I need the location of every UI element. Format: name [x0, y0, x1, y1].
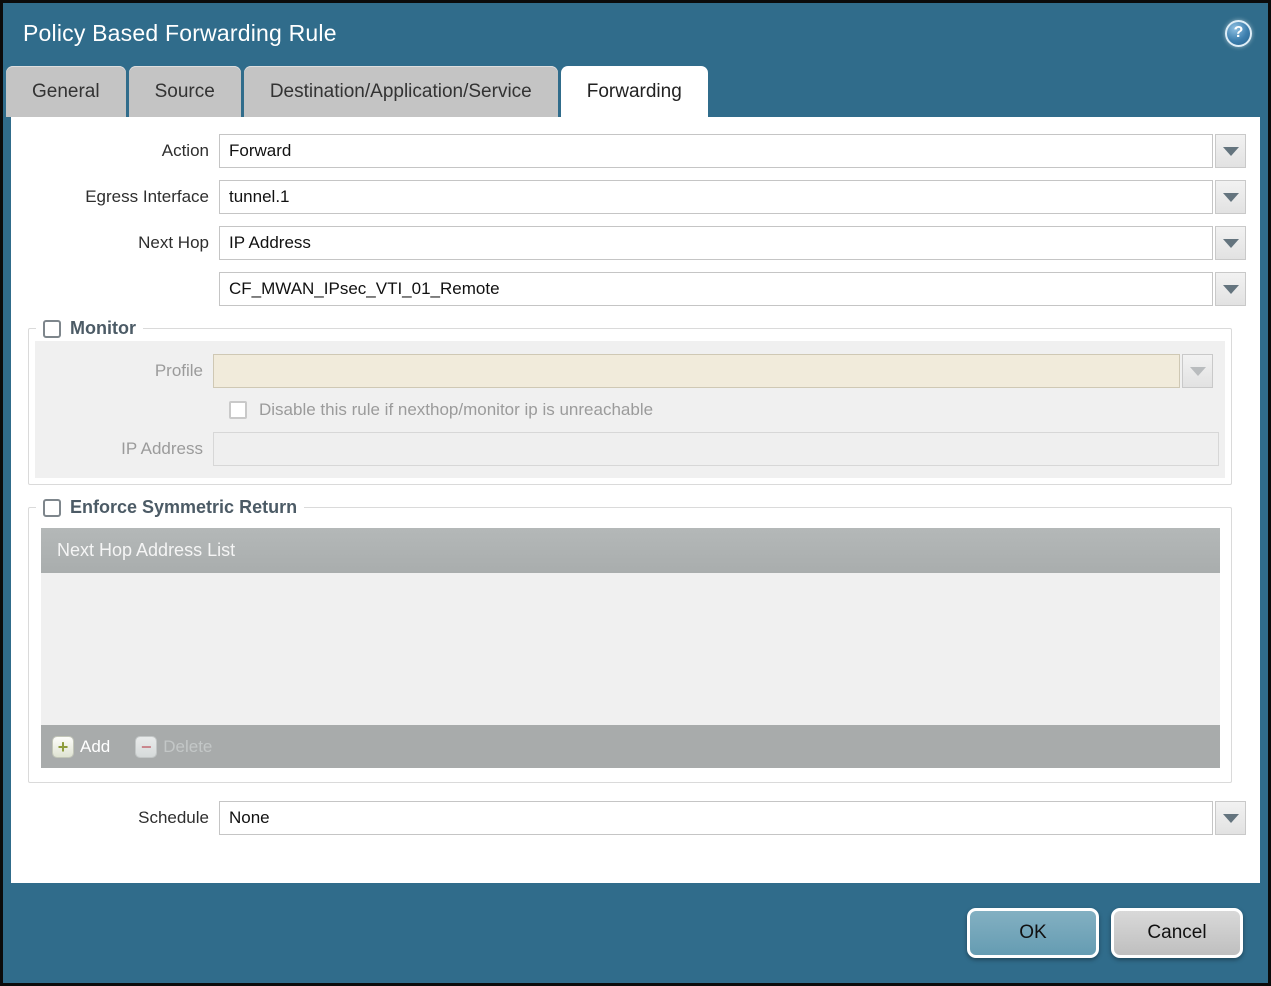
- symmetric-return-checkbox[interactable]: [43, 498, 61, 517]
- forwarding-tab-panel: Action Egress Interface Next Hop: [11, 117, 1260, 883]
- ok-button[interactable]: OK: [967, 908, 1099, 958]
- dialog-footer: OK Cancel: [3, 883, 1268, 983]
- delete-button: − Delete: [136, 736, 213, 757]
- schedule-dropdown-button[interactable]: [1215, 801, 1246, 835]
- monitor-ip-address-input: [213, 432, 1219, 466]
- egress-interface-input[interactable]: [219, 180, 1213, 214]
- symmetric-return-fieldset: Enforce Symmetric Return Next Hop Addres…: [28, 497, 1232, 783]
- minus-icon: −: [136, 736, 157, 757]
- egress-interface-label: Egress Interface: [85, 187, 209, 206]
- action-row: Action: [11, 134, 1246, 168]
- tab-bar: General Source Destination/Application/S…: [3, 63, 1268, 117]
- dialog-title: Policy Based Forwarding Rule: [23, 19, 337, 46]
- monitor-panel: Profile Disable this rule if nexthop/mon…: [35, 341, 1225, 478]
- chevron-down-icon: [1222, 284, 1239, 294]
- action-dropdown-button[interactable]: [1215, 134, 1246, 168]
- schedule-input[interactable]: [219, 801, 1213, 835]
- plus-icon: +: [53, 736, 73, 757]
- delete-button-label: Delete: [163, 736, 213, 756]
- tab-forwarding[interactable]: Forwarding: [560, 66, 708, 117]
- help-icon[interactable]: ?: [1225, 19, 1252, 47]
- next-hop-type-dropdown-button[interactable]: [1215, 226, 1246, 260]
- profile-input: [213, 354, 1180, 388]
- add-button[interactable]: + Add: [53, 736, 111, 757]
- dialog-titlebar: Policy Based Forwarding Rule ?: [3, 3, 1268, 63]
- add-button-label: Add: [80, 736, 111, 756]
- action-input[interactable]: [219, 134, 1213, 168]
- profile-label: Profile: [154, 361, 203, 380]
- next-hop-address-input[interactable]: [219, 272, 1213, 306]
- next-hop-label: Next Hop: [138, 233, 209, 252]
- cancel-button[interactable]: Cancel: [1111, 908, 1243, 958]
- tab-source[interactable]: Source: [128, 66, 241, 117]
- egress-interface-dropdown-button[interactable]: [1215, 180, 1246, 214]
- tab-general[interactable]: General: [6, 66, 126, 117]
- monitor-legend-label: Monitor: [70, 318, 136, 338]
- monitor-ip-address-label: IP Address: [121, 439, 203, 458]
- next-hop-address-row: [11, 272, 1246, 306]
- next-hop-address-dropdown-button[interactable]: [1215, 272, 1246, 306]
- policy-based-forwarding-dialog: Policy Based Forwarding Rule ? General S…: [3, 3, 1268, 983]
- next-hop-row: Next Hop: [11, 226, 1246, 260]
- tab-destination-application-service[interactable]: Destination/Application/Service: [243, 66, 558, 117]
- chevron-down-icon: [1222, 238, 1239, 248]
- table-column-header: Next Hop Address List: [41, 528, 1220, 573]
- chevron-down-icon: [1222, 146, 1239, 156]
- monitor-fieldset: Monitor Profile Disable this rule if nex…: [28, 318, 1232, 485]
- chevron-down-icon: [1222, 813, 1239, 823]
- action-label: Action: [161, 141, 209, 160]
- chevron-down-icon: [1189, 366, 1206, 376]
- symmetric-return-legend-label: Enforce Symmetric Return: [70, 497, 298, 517]
- table-footer: + Add − Delete: [41, 725, 1220, 768]
- next-hop-type-input[interactable]: [219, 226, 1213, 260]
- chevron-down-icon: [1222, 192, 1239, 202]
- disable-rule-row: Disable this rule if nexthop/monitor ip …: [229, 400, 1225, 420]
- egress-interface-row: Egress Interface: [11, 180, 1246, 214]
- table-body-empty[interactable]: [41, 573, 1220, 725]
- profile-row: Profile: [35, 354, 1225, 388]
- monitor-checkbox[interactable]: [43, 319, 61, 338]
- disable-rule-checkbox: [229, 401, 247, 419]
- monitor-legend: Monitor: [36, 318, 143, 339]
- schedule-label: Schedule: [138, 808, 209, 827]
- symmetric-return-legend: Enforce Symmetric Return: [36, 497, 304, 518]
- schedule-row: Schedule: [11, 801, 1246, 835]
- profile-dropdown-button: [1182, 354, 1213, 388]
- disable-rule-label: Disable this rule if nexthop/monitor ip …: [259, 400, 654, 419]
- monitor-ip-address-row: IP Address: [35, 432, 1225, 466]
- next-hop-address-list-table: Next Hop Address List + Add − Delete: [41, 528, 1220, 768]
